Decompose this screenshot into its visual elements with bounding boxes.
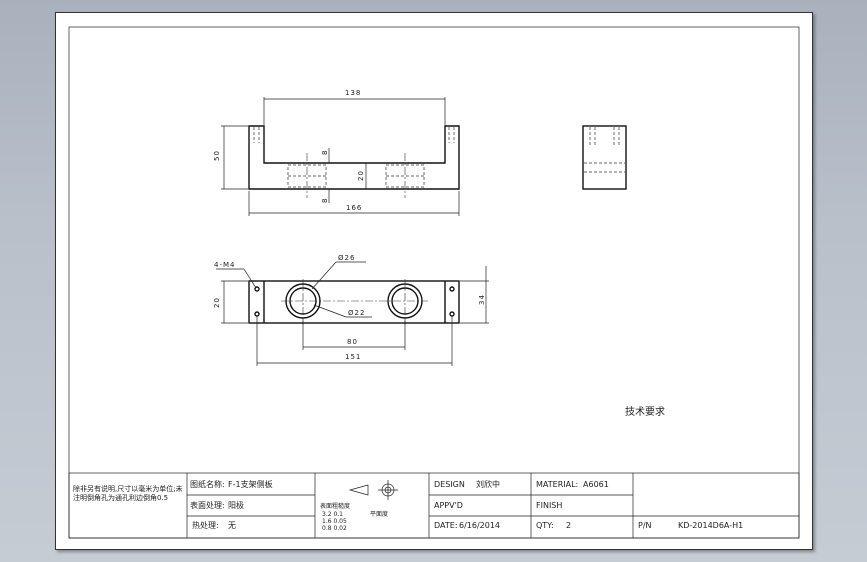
pn-label: P/N bbox=[638, 521, 652, 530]
roughness-line-3: 0.8 0.02 bbox=[322, 525, 347, 532]
flatness-label: 平面度 bbox=[370, 510, 388, 518]
label-dia22: Ø22 bbox=[348, 309, 365, 317]
dim-50: 50 bbox=[213, 150, 221, 161]
projection-symbol-icon bbox=[348, 480, 398, 500]
approved-label: APPV'D bbox=[434, 501, 463, 510]
surface-value: 阳极 bbox=[228, 500, 244, 510]
drawing-canvas: 138 50 20 8 8 166 4-M4 Ø26 Ø22 20 34 80 … bbox=[68, 26, 800, 539]
tech-requirements: 技术要求 bbox=[625, 405, 665, 418]
dim-8-top: 8 bbox=[321, 150, 329, 155]
qty-value: 2 bbox=[566, 521, 571, 530]
front-view: 138 50 20 8 8 166 bbox=[213, 89, 460, 216]
roughness-line-1: 3.2 0.1 bbox=[322, 511, 343, 518]
qty-label: QTY: bbox=[536, 521, 554, 530]
roughness-line-2: 1.6 0.05 bbox=[322, 518, 347, 525]
side-view bbox=[582, 125, 627, 190]
dim-34: 34 bbox=[478, 294, 486, 305]
inner-frame bbox=[68, 26, 800, 539]
design-value: 刘欣中 bbox=[476, 479, 500, 489]
drawing-sheet: 138 50 20 8 8 166 4-M4 Ø26 Ø22 20 34 80 … bbox=[55, 12, 813, 550]
dim-20: 20 bbox=[357, 170, 365, 181]
date-value: 6/16/2014 bbox=[459, 521, 500, 530]
dim-138: 138 bbox=[345, 89, 361, 97]
title-block: 除非另有说明,尺寸以毫米为单位;未注明倒角孔为通孔利边倒角0.5 图纸名称: F… bbox=[68, 472, 800, 539]
pn-value: KD-2014D6A-H1 bbox=[678, 521, 743, 530]
dim-top-20: 20 bbox=[213, 297, 221, 308]
dim-80: 80 bbox=[347, 338, 358, 346]
top-view: 4-M4 Ø26 Ø22 20 34 80 151 bbox=[213, 254, 489, 366]
label-dia26: Ø26 bbox=[338, 254, 355, 262]
dim-151: 151 bbox=[345, 353, 361, 361]
roughness-label: 表面粗糙度 bbox=[320, 502, 350, 510]
label-4-m4: 4-M4 bbox=[214, 261, 235, 269]
general-note: 除非另有说明,尺寸以毫米为单位;未注明倒角孔为通孔利边倒角0.5 bbox=[73, 485, 183, 502]
part-name-label: 图纸名称: bbox=[190, 479, 225, 489]
heat-label: 热处理: bbox=[192, 520, 219, 530]
design-label: DESIGN bbox=[434, 480, 465, 489]
part-name: F-1支架侧板 bbox=[228, 479, 273, 489]
date-label: DATE: bbox=[434, 521, 458, 530]
heat-value: 无 bbox=[228, 521, 236, 530]
surface-label: 表面处理: bbox=[190, 500, 225, 510]
finish-label: FINISH bbox=[536, 501, 562, 510]
dim-166: 166 bbox=[346, 204, 362, 212]
material-label: MATERIAL: bbox=[536, 480, 578, 489]
material-value: A6061 bbox=[583, 480, 609, 489]
dim-8-bottom: 8 bbox=[321, 198, 329, 203]
